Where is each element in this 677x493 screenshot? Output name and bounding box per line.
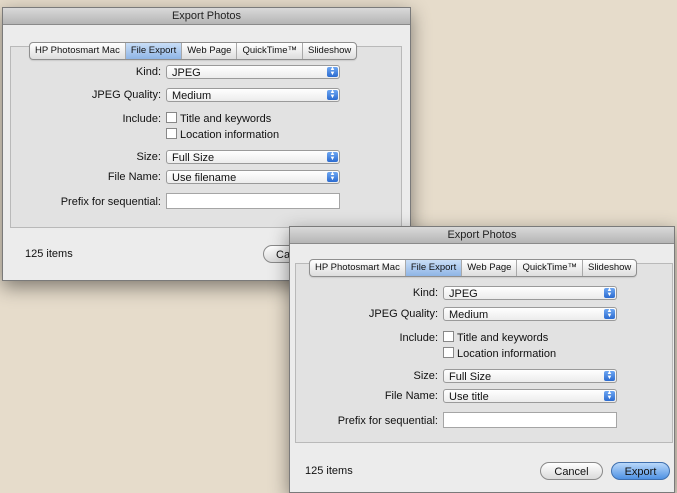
kind-value: JPEG xyxy=(449,288,478,300)
dialog-title: Export Photos xyxy=(3,8,410,25)
item-count: 125 items xyxy=(305,465,353,477)
size-value: Full Size xyxy=(449,371,492,383)
popup-arrows-icon: ▲ ▼ xyxy=(604,287,615,298)
tab-quicktime[interactable]: QuickTime™ xyxy=(237,43,303,59)
size-select[interactable]: Full Size ▲ ▼ xyxy=(443,369,617,383)
popup-arrows-icon: ▲ ▼ xyxy=(604,370,615,381)
popup-arrows-icon: ▲ ▼ xyxy=(327,151,338,162)
jpeg-quality-label: JPEG Quality: xyxy=(91,89,161,101)
export-photos-dialog-front: Export Photos HP Photosmart Mac File Exp… xyxy=(289,226,675,493)
file-name-value: Use filename xyxy=(172,172,237,184)
include-label: Include: xyxy=(122,113,161,125)
tab-quicktime[interactable]: QuickTime™ xyxy=(517,260,583,276)
jpeg-quality-label: JPEG Quality: xyxy=(368,308,438,320)
export-tabs: HP Photosmart Mac File Export Web Page Q… xyxy=(29,42,358,60)
include-label: Include: xyxy=(399,332,438,344)
jpeg-quality-select[interactable]: Medium ▲ ▼ xyxy=(443,307,617,321)
jpeg-quality-value: Medium xyxy=(449,309,489,321)
popup-arrows-icon: ▲ ▼ xyxy=(327,89,338,100)
prefix-input[interactable] xyxy=(443,412,617,428)
size-label: Size: xyxy=(413,370,438,382)
tab-slideshow[interactable]: Slideshow xyxy=(303,43,356,59)
dialog-title: Export Photos xyxy=(290,227,674,244)
prefix-input[interactable] xyxy=(166,193,340,209)
file-name-select[interactable]: Use title ▲ ▼ xyxy=(443,389,617,403)
popup-arrows-icon: ▲ ▼ xyxy=(604,390,615,401)
prefix-label: Prefix for sequential: xyxy=(337,415,438,427)
tab-web-page[interactable]: Web Page xyxy=(462,260,518,276)
file-name-label: File Name: xyxy=(384,390,438,402)
file-name-label: File Name: xyxy=(107,171,161,183)
location-checkbox[interactable]: Location information xyxy=(166,128,279,142)
item-count: 125 items xyxy=(25,248,73,260)
popup-arrows-icon: ▲ ▼ xyxy=(604,308,615,319)
kind-label: Kind: xyxy=(135,66,161,78)
file-name-value: Use title xyxy=(449,391,489,403)
tab-web-page[interactable]: Web Page xyxy=(182,43,238,59)
export-tabs: HP Photosmart Mac File Export Web Page Q… xyxy=(309,259,638,277)
popup-arrows-icon: ▲ ▼ xyxy=(327,66,338,77)
popup-arrows-icon: ▲ ▼ xyxy=(327,171,338,182)
export-button[interactable]: Export xyxy=(611,462,670,480)
checkbox-icon xyxy=(166,128,177,139)
kind-select[interactable]: JPEG ▲ ▼ xyxy=(443,286,617,300)
tab-file-export[interactable]: File Export xyxy=(125,43,183,59)
tab-file-export[interactable]: File Export xyxy=(405,260,463,276)
kind-value: JPEG xyxy=(172,67,201,79)
size-value: Full Size xyxy=(172,152,215,164)
cancel-button[interactable]: Cancel xyxy=(540,462,603,480)
checkbox-icon xyxy=(443,331,454,342)
tab-hp-photosmart-mac[interactable]: HP Photosmart Mac xyxy=(30,43,126,59)
title-keywords-label: Title and keywords xyxy=(180,113,272,125)
location-checkbox[interactable]: Location information xyxy=(443,347,556,361)
location-label: Location information xyxy=(457,348,557,360)
checkbox-icon xyxy=(166,112,177,123)
checkbox-icon xyxy=(443,347,454,358)
size-label: Size: xyxy=(136,151,161,163)
size-select[interactable]: Full Size ▲ ▼ xyxy=(166,150,340,164)
jpeg-quality-value: Medium xyxy=(172,90,212,102)
title-keywords-label: Title and keywords xyxy=(457,332,549,344)
title-keywords-checkbox[interactable]: Title and keywords xyxy=(443,331,548,345)
title-keywords-checkbox[interactable]: Title and keywords xyxy=(166,112,271,126)
prefix-label: Prefix for sequential: xyxy=(60,196,161,208)
tab-hp-photosmart-mac[interactable]: HP Photosmart Mac xyxy=(310,260,406,276)
file-name-select[interactable]: Use filename ▲ ▼ xyxy=(166,170,340,184)
jpeg-quality-select[interactable]: Medium ▲ ▼ xyxy=(166,88,340,102)
tab-slideshow[interactable]: Slideshow xyxy=(583,260,636,276)
kind-select[interactable]: JPEG ▲ ▼ xyxy=(166,65,340,79)
location-label: Location information xyxy=(180,129,280,141)
kind-label: Kind: xyxy=(412,287,438,299)
